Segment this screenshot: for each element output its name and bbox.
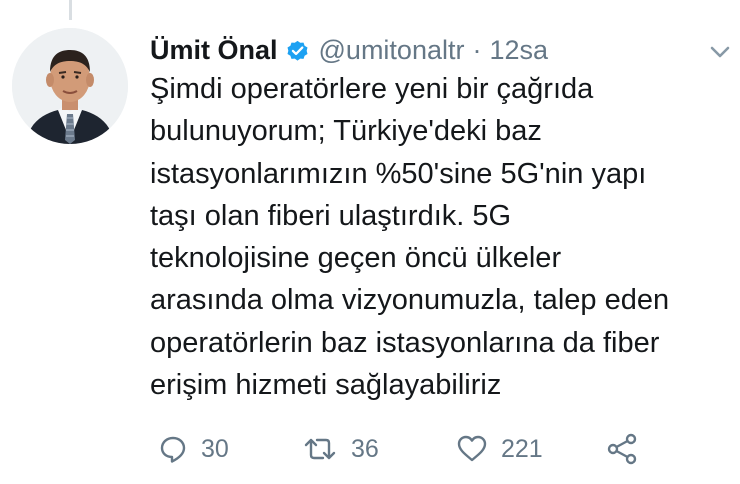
reply-button[interactable]: 30 (158, 430, 229, 468)
reply-count: 30 (201, 434, 229, 463)
like-count: 221 (501, 434, 543, 463)
like-button[interactable]: 221 (456, 430, 543, 468)
avatar[interactable] (12, 28, 128, 144)
thread-connector-line (69, 0, 72, 20)
verified-badge-icon (285, 38, 310, 63)
tweet-action-bar: 30 36 221 (150, 430, 710, 468)
reply-icon (158, 434, 188, 464)
author-display-name[interactable]: Ümit Önal (150, 35, 278, 66)
heart-icon (456, 434, 488, 464)
retweet-button[interactable]: 36 (302, 430, 379, 468)
author-handle[interactable]: @umitonaltr (319, 35, 465, 66)
retweet-icon (302, 434, 338, 464)
tweet-body-text: Şimdi operatörlere yeni bir çağrıda bulu… (150, 73, 670, 402)
chevron-down-icon[interactable] (706, 38, 734, 66)
tweet-timestamp[interactable]: 12sa (489, 35, 548, 66)
retweet-count: 36 (351, 434, 379, 463)
share-icon (606, 433, 640, 465)
share-button[interactable] (606, 430, 640, 468)
avatar-photo (12, 28, 128, 144)
tweet-header: Ümit Önal @umitonaltr · 12sa (150, 32, 548, 68)
header-separator: · (472, 34, 482, 65)
